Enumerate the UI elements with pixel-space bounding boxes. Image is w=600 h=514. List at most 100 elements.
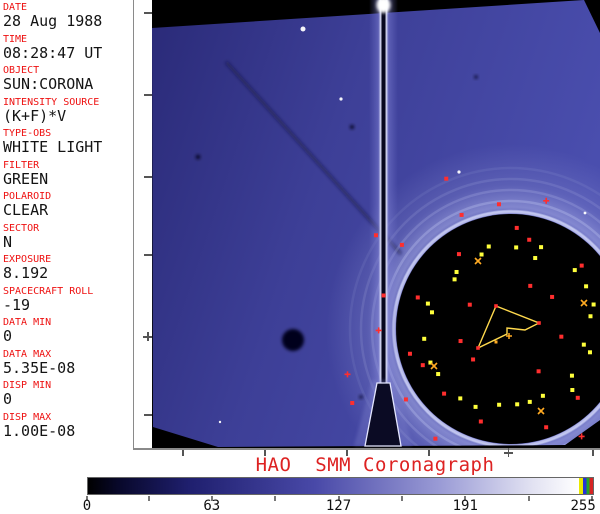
- field-value: CLEAR: [3, 202, 133, 219]
- colorbar-tick: [401, 496, 403, 501]
- colorbar-tick-label: 191: [453, 499, 478, 513]
- coronagraph-image[interactable]: [152, 0, 600, 448]
- fiducial-dot: [514, 245, 518, 249]
- fiducial-dot: [404, 397, 408, 401]
- field-label: TIME: [3, 34, 133, 45]
- fiducial-dot: [426, 302, 430, 306]
- fiducial-dot: [573, 268, 577, 272]
- bottom-axis-tick: [428, 450, 430, 456]
- fiducial-dot: [459, 339, 463, 343]
- colorbar: [87, 477, 594, 495]
- field-label: FILTER: [3, 160, 133, 171]
- coronagraph-image-area[interactable]: [152, 0, 600, 448]
- field-label: SPACECRAFT ROLL: [3, 286, 133, 297]
- fiducial-dot: [584, 284, 588, 288]
- fiducial-dot: [458, 396, 462, 400]
- field-value: N: [3, 234, 133, 251]
- field-filter: FILTER GREEN: [3, 160, 133, 192]
- fiducial-dot: [430, 310, 434, 314]
- dark-spot: [196, 155, 200, 159]
- dark-spot: [282, 329, 304, 351]
- axis-vertical-line: [133, 0, 134, 449]
- field-label: DISP MAX: [3, 412, 133, 423]
- pointer-vertex-dot: [494, 304, 498, 308]
- fiducial-dot: [497, 403, 501, 407]
- left-axis-plus: [147, 332, 149, 341]
- field-value: 5.35E-08: [3, 360, 133, 377]
- fiducial-dot: [480, 253, 484, 257]
- axis-horizontal-line: [133, 448, 600, 450]
- fiducial-dot: [570, 388, 574, 392]
- fiducial-dot: [400, 243, 404, 247]
- fiducial-dot: [537, 369, 541, 373]
- field-value: 28 Aug 1988: [3, 13, 133, 30]
- fiducial-dot: [533, 256, 537, 260]
- field-value: 0: [3, 391, 133, 408]
- fiducial-dot: [444, 177, 448, 181]
- fiducial-dot: [433, 437, 437, 441]
- fiducial-dot: [515, 226, 519, 230]
- fiducial-dot: [550, 295, 554, 299]
- field-value: GREEN: [3, 171, 133, 188]
- fiducial-dot: [442, 392, 446, 396]
- field-value: 0: [3, 328, 133, 345]
- fiducial-dot: [416, 295, 420, 299]
- field-date: DATE 28 Aug 1988: [3, 2, 133, 34]
- star-point: [584, 212, 587, 215]
- fiducial-dot: [582, 343, 586, 347]
- field-spacecraft-roll: SPACECRAFT ROLL -19: [3, 286, 133, 318]
- fiducial-dot: [408, 352, 412, 356]
- fiducial-dot: [479, 419, 483, 423]
- fiducial-dot: [544, 425, 548, 429]
- bottom-axis-plus: [508, 448, 510, 457]
- fiducial-dot: [374, 233, 378, 237]
- field-value: SUN:CORONA: [3, 76, 133, 93]
- dark-spot: [359, 395, 362, 398]
- fiducial-dot: [539, 245, 543, 249]
- pointer-vertex-dot: [476, 346, 480, 350]
- star-point: [339, 97, 342, 100]
- field-disp-max: DISP MAX 1.00E-08: [3, 412, 133, 444]
- fiducial-dot: [588, 350, 592, 354]
- fiducial-dot: [515, 402, 519, 406]
- field-type-obs: TYPE-OBS WHITE LIGHT: [3, 128, 133, 160]
- left-axis-tick: [144, 94, 152, 96]
- left-axis-tick: [144, 414, 152, 416]
- field-label: INTENSITY SOURCE: [3, 97, 133, 108]
- pointer-orange-dot: [495, 341, 498, 344]
- bottom-axis-tick: [182, 450, 184, 456]
- fiducial-dot: [580, 264, 584, 268]
- field-intensity-source: INTENSITY SOURCE (K+F)*V: [3, 97, 133, 129]
- field-value: 8.192: [3, 265, 133, 282]
- fiducial-dot: [468, 303, 472, 307]
- bottom-axis-tick: [264, 450, 266, 456]
- field-time: TIME 08:28:47 UT: [3, 34, 133, 66]
- field-label: SECTOR: [3, 223, 133, 234]
- fiducial-dot: [453, 277, 457, 281]
- fiducial-dot: [527, 238, 531, 242]
- field-object: OBJECT SUN:CORONA: [3, 65, 133, 97]
- dark-spot: [474, 75, 477, 78]
- fiducial-dot: [457, 252, 461, 256]
- field-data-max: DATA MAX 5.35E-08: [3, 349, 133, 381]
- fiducial-dot: [497, 202, 501, 206]
- fiducial-dot: [570, 374, 574, 378]
- bottom-axis-tick: [592, 450, 594, 456]
- field-exposure: EXPOSURE 8.192: [3, 254, 133, 286]
- pylon-shaft: [369, 0, 398, 446]
- page-title: HAO SMM Coronagraph: [150, 455, 600, 475]
- field-value: 08:28:47 UT: [3, 45, 133, 62]
- app-window: DATE 28 Aug 1988 TIME 08:28:47 UT OBJECT…: [0, 0, 600, 512]
- star-point: [219, 421, 221, 423]
- left-axis-tick: [144, 176, 152, 178]
- left-axis-tick: [144, 254, 152, 256]
- fiducial-dot: [474, 405, 478, 409]
- field-label: DATA MAX: [3, 349, 133, 360]
- field-value: -19: [3, 297, 133, 314]
- fiducial-dot: [487, 244, 491, 248]
- metadata-sidebar: DATE 28 Aug 1988 TIME 08:28:47 UT OBJECT…: [0, 0, 133, 443]
- fiducial-dot: [559, 335, 563, 339]
- fiducial-dot: [541, 394, 545, 398]
- fiducial-dot: [460, 213, 464, 217]
- field-label: DISP MIN: [3, 380, 133, 391]
